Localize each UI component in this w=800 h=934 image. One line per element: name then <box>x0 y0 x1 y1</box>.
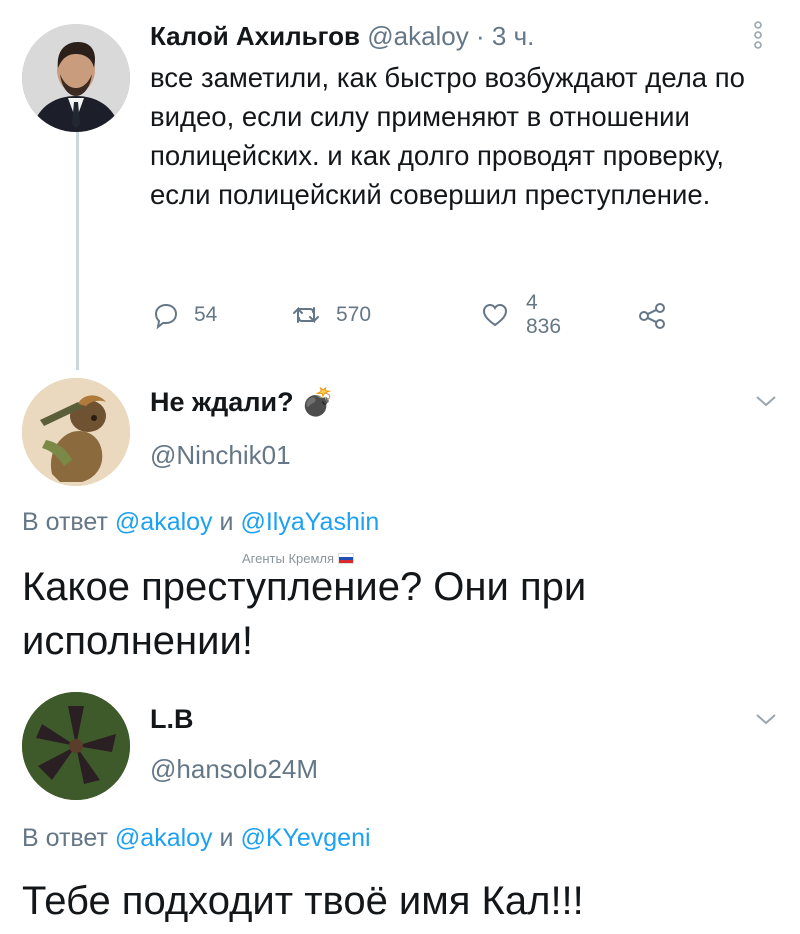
reply-text: Тебе подходит твоё имя Кал!!! <box>22 879 584 923</box>
reply-to-prefix: В ответ <box>22 824 108 852</box>
retweet-action[interactable]: 570 <box>290 297 371 333</box>
reply-to-and: и <box>219 508 234 536</box>
vertical-dots-icon[interactable] <box>751 20 765 50</box>
retweet-icon <box>290 300 322 330</box>
share-action[interactable] <box>636 297 668 333</box>
reply-avatar[interactable] <box>22 378 130 486</box>
reply-text: Какое преступление? Они при исполнении! <box>22 565 587 663</box>
reply-to-mention[interactable]: @akaloy <box>115 824 213 852</box>
tweet-header: Калой Ахильгов @akaloy · 3 ч. <box>150 20 534 52</box>
like-action[interactable]: 4 836 <box>480 291 561 338</box>
share-icon <box>636 300 668 330</box>
reply-count: 54 <box>194 303 218 326</box>
author-handle[interactable]: @akaloy <box>367 21 469 51</box>
retweet-count: 570 <box>336 303 372 326</box>
like-count: 4 836 <box>526 291 562 338</box>
speech-bubble-icon <box>150 300 180 330</box>
tweet-text: все заметили, как быстро возбуждают дела… <box>150 62 745 210</box>
reply-to-mention[interactable]: @IlyaYashin <box>240 508 379 536</box>
reply-author-name[interactable]: Не ждали? 💣 <box>150 386 335 418</box>
reply-action[interactable]: 54 <box>150 297 217 333</box>
reply-author-name[interactable]: L.B <box>150 704 194 735</box>
chevron-down-icon[interactable] <box>755 712 777 731</box>
reply-to-line: В ответ @akaloy и @IlyaYashin <box>22 508 379 537</box>
reply-to-line: В ответ @akaloy и @KYevgeni <box>22 824 371 853</box>
chevron-down-icon[interactable] <box>755 394 777 413</box>
reply-author-handle[interactable]: @hansolo24M <box>150 754 318 785</box>
thread-line <box>76 132 79 370</box>
heart-icon <box>480 300 510 330</box>
reply-author-handle[interactable]: @Ninchik01 <box>150 440 291 471</box>
author-name[interactable]: Калой Ахильгов <box>150 21 360 51</box>
reply-to-mention[interactable]: @KYevgeni <box>240 824 370 852</box>
reply-to-prefix: В ответ <box>22 508 108 536</box>
reply-to-and: и <box>219 824 234 852</box>
reply-avatar[interactable] <box>22 692 130 800</box>
reply-to-mention[interactable]: @akaloy <box>115 508 213 536</box>
author-avatar[interactable] <box>22 24 130 132</box>
tweet-time: · 3 ч. <box>476 21 535 51</box>
